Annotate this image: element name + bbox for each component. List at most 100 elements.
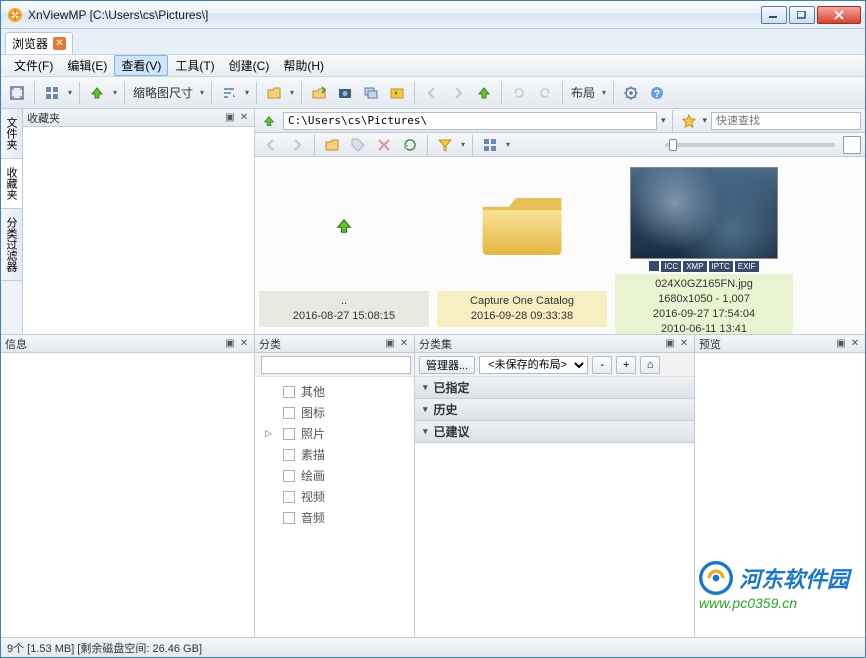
menubar: 文件(F) 编辑(E) 查看(V) 工具(T) 创建(C) 帮助(H) [1,55,865,77]
sets-layout-select[interactable]: <未保存的布局> [479,356,588,374]
checkbox-icon[interactable] [283,407,295,419]
sidetab-folders[interactable]: 文件夹 [1,109,22,159]
open-icon[interactable] [262,81,286,105]
hist-back-icon[interactable] [259,133,283,157]
addr-up-icon[interactable] [259,111,279,131]
up-dropdown[interactable] [111,88,119,97]
preview-toggle-icon[interactable] [843,136,861,154]
maximize-button[interactable] [789,6,815,24]
menu-view[interactable]: 查看(V) [114,55,168,76]
info-close-icon[interactable]: ✕ [238,338,250,350]
cat-item-other[interactable]: 其他 [255,381,414,402]
cat-item-sketch[interactable]: 素描 [255,444,414,465]
thumb-image[interactable]: ICC XMP IPTC EXIF 024X0GZ165FN.jpg 1680x… [615,161,793,334]
tab-close-icon[interactable]: ✕ [53,37,66,50]
nav-forward-icon[interactable] [446,81,470,105]
sets-home-button[interactable]: ⌂ [640,356,660,374]
folder-name: Capture One Catalog [439,294,605,309]
tag-icon[interactable] [346,133,370,157]
checkbox-icon[interactable] [283,470,295,482]
filter-icon[interactable] [433,133,457,157]
cat-item-photos[interactable]: ▷照片 [255,423,414,444]
sort-icon[interactable] [217,81,241,105]
expand-icon[interactable]: ▷ [265,428,272,439]
checkbox-icon[interactable] [283,428,295,440]
layout-dropdown[interactable] [600,88,608,97]
folder-open-icon[interactable] [320,133,344,157]
menu-create[interactable]: 创建(C) [222,55,277,76]
up-arrow-icon[interactable] [85,81,109,105]
cat-float-icon[interactable]: ▣ [384,338,396,350]
tag-iptc: IPTC [709,261,733,272]
thumb-folder[interactable]: Capture One Catalog 2016-09-28 09:33:38 [437,161,607,327]
rotate-ccw-icon[interactable] [507,81,531,105]
quick-search-input[interactable] [711,112,861,130]
app-tabs: 浏览器 ✕ [1,29,865,55]
refresh-icon[interactable] [398,133,422,157]
nav-back-icon[interactable] [420,81,444,105]
sidetab-favorites[interactable]: 收藏夹 [1,159,22,209]
menu-tools[interactable]: 工具(T) [168,55,221,76]
batch-icon[interactable] [359,81,383,105]
cat-item-painting[interactable]: 绘画 [255,465,414,486]
layout-label: 布局 [568,84,598,101]
menu-edit[interactable]: 编辑(E) [60,55,114,76]
sets-plus-button[interactable]: + [616,356,636,374]
convert-icon[interactable] [385,81,409,105]
view-mode-icon[interactable] [40,81,64,105]
delete-icon[interactable] [372,133,396,157]
thumb-size-dropdown[interactable] [198,88,206,97]
cat-item-icons[interactable]: 图标 [255,402,414,423]
menu-file[interactable]: 文件(F) [7,55,60,76]
sets-close-icon[interactable]: ✕ [678,338,690,350]
browser-tab[interactable]: 浏览器 ✕ [5,32,73,54]
cat-close-icon[interactable]: ✕ [398,338,410,350]
copy-to-icon[interactable] [307,81,331,105]
settings-icon[interactable] [619,81,643,105]
favorite-dropdown-icon[interactable]: ▾ [702,115,707,126]
address-dropdown-icon[interactable]: ▾ [661,115,666,126]
section-suggested[interactable]: 已建议 [415,421,694,443]
address-input[interactable] [283,112,657,130]
panel-float-icon[interactable]: ▣ [224,112,236,124]
sets-manager-button[interactable]: 管理器... [419,356,475,374]
filter-dropdown[interactable] [459,140,467,149]
section-history[interactable]: 历史 [415,399,694,421]
close-button[interactable] [817,6,861,24]
image-mtime: 2016-09-27 17:54:04 [617,307,791,322]
checkbox-icon[interactable] [283,491,295,503]
hist-fwd-icon[interactable] [285,133,309,157]
menu-help[interactable]: 帮助(H) [276,55,331,76]
minimize-button[interactable] [761,6,787,24]
checkbox-icon[interactable] [283,512,295,524]
slider-thumb-icon[interactable] [669,139,677,151]
cat-item-video[interactable]: 视频 [255,486,414,507]
rotate-cw-icon[interactable] [533,81,557,105]
fullscreen-icon[interactable] [5,81,29,105]
open-dropdown[interactable] [288,88,296,97]
help-icon[interactable]: ? [645,81,669,105]
thumbnail-area[interactable]: .. 2016-08-27 15:08:15 Capture One Catal… [255,157,865,334]
sort-dropdown[interactable] [243,88,251,97]
capture-icon[interactable] [333,81,357,105]
info-float-icon[interactable]: ▣ [224,338,236,350]
favorite-star-icon[interactable] [680,112,698,130]
view-mode-dropdown[interactable] [66,88,74,97]
thumb-parent[interactable]: .. 2016-08-27 15:08:15 [259,161,429,327]
section-assigned[interactable]: 已指定 [415,377,694,399]
sets-minus-button[interactable]: - [592,356,612,374]
sets-float-icon[interactable]: ▣ [664,338,676,350]
nav-up-green-icon[interactable] [472,81,496,105]
preview-float-icon[interactable]: ▣ [835,338,847,350]
sidetab-filters[interactable]: 分类过滤器 [1,209,22,281]
preview-close-icon[interactable]: ✕ [849,338,861,350]
panel-close-icon[interactable]: ✕ [238,112,250,124]
thumb-size-slider[interactable] [665,143,835,147]
thumbs-grid-dropdown[interactable] [504,140,512,149]
category-search-input[interactable] [261,356,411,374]
info-title: 信息 [5,336,224,352]
checkbox-icon[interactable] [283,449,295,461]
checkbox-icon[interactable] [283,386,295,398]
cat-item-audio[interactable]: 音频 [255,507,414,528]
thumbs-grid-icon[interactable] [478,133,502,157]
